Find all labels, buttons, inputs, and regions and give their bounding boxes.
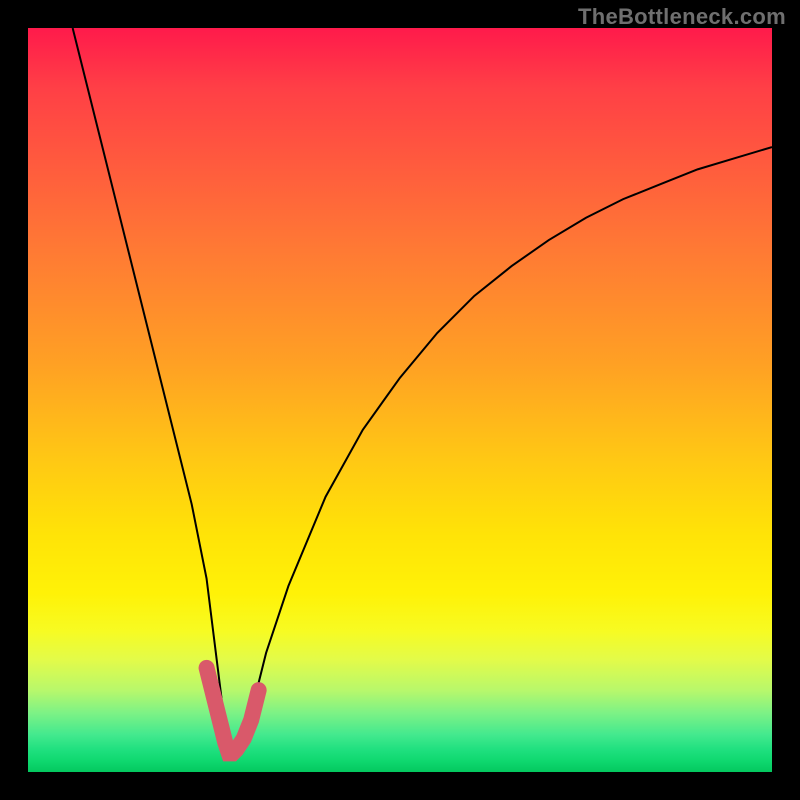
plot-area	[28, 28, 772, 772]
watermark-text: TheBottleneck.com	[578, 4, 786, 30]
bottleneck-minimum-highlight	[28, 28, 772, 772]
chart-frame: TheBottleneck.com	[0, 0, 800, 800]
